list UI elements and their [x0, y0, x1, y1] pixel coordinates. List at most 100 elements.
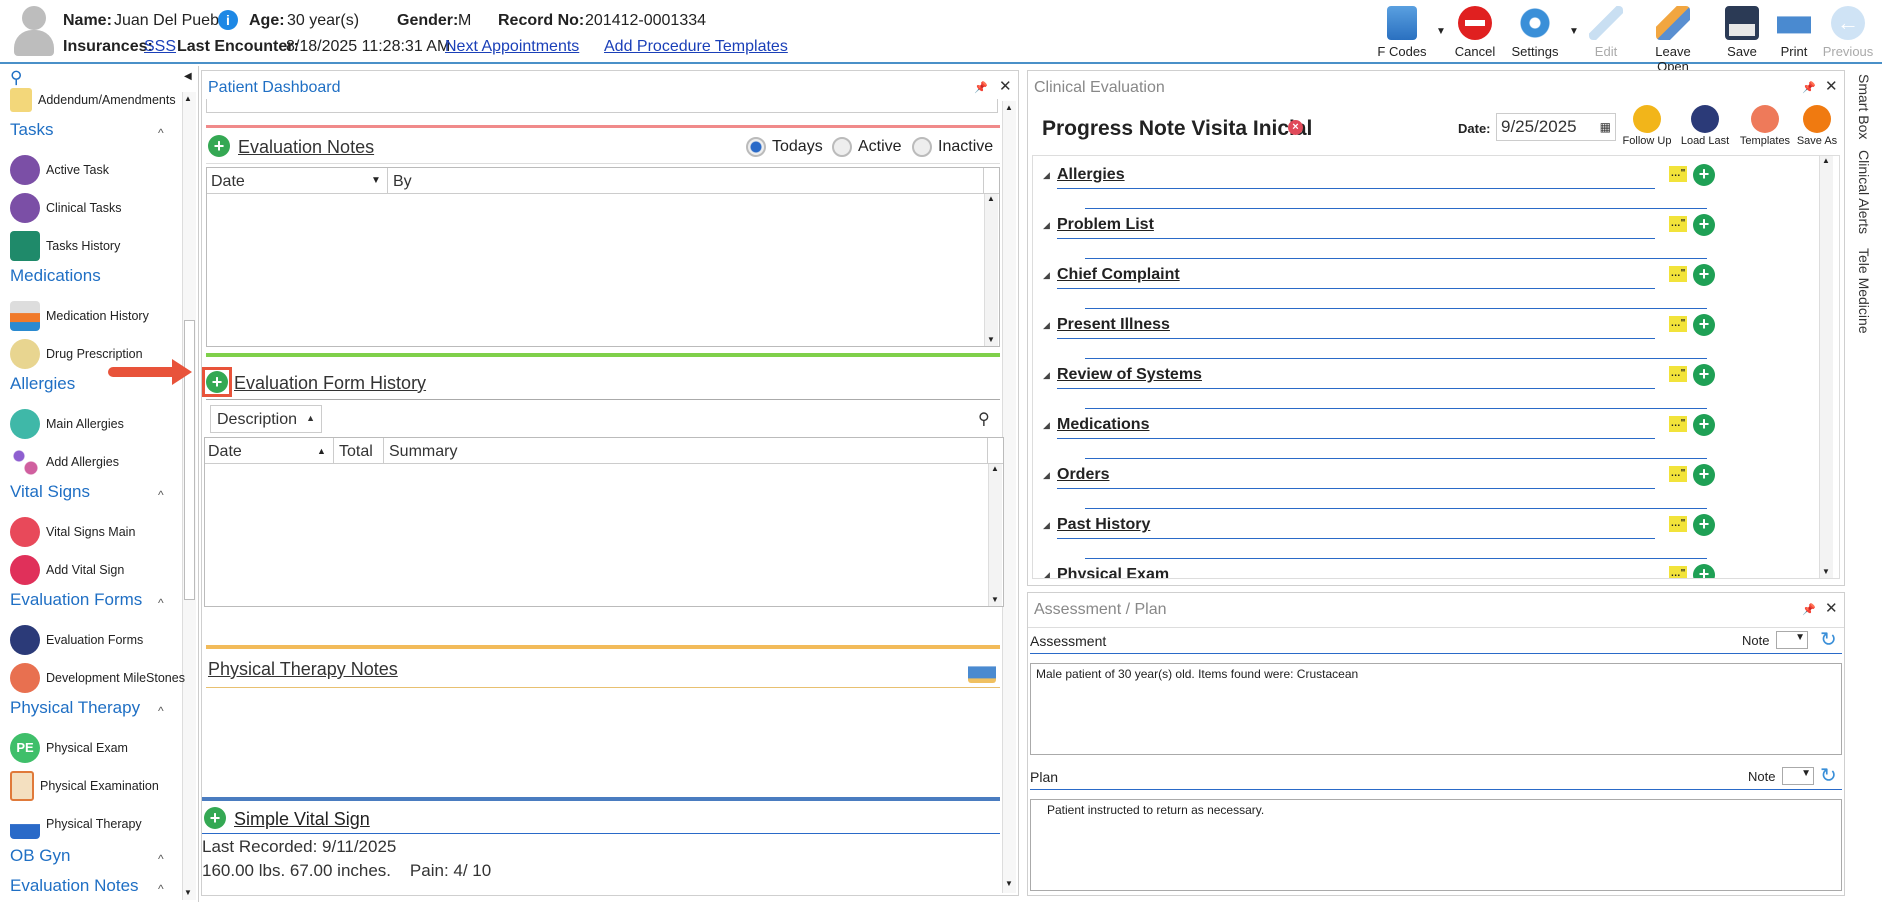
section-name[interactable]: Allergies	[1057, 166, 1125, 184]
add-section-item-button[interactable]: +	[1693, 364, 1715, 386]
note-format-dropdown[interactable]: ▼	[1776, 631, 1808, 649]
smart-box-tab[interactable]: Smart Box	[1856, 74, 1872, 139]
add-section-item-button[interactable]: +	[1693, 464, 1715, 486]
ob-gyn-collapse-icon[interactable]: ^	[158, 852, 164, 866]
section-physical-therapy[interactable]: Physical Therapy	[10, 698, 140, 718]
section-ob-gyn[interactable]: OB Gyn	[10, 846, 70, 866]
add-section-item-button[interactable]: +	[1693, 314, 1715, 336]
add-section-item-button[interactable]: +	[1693, 214, 1715, 236]
clinical-section-row[interactable]: ◢ Chief Complaint …" +	[1043, 264, 1715, 309]
clinical-alerts-tab[interactable]: Clinical Alerts	[1856, 150, 1872, 234]
quote-icon[interactable]: …"	[1669, 166, 1687, 182]
section-input-line[interactable]	[1085, 408, 1707, 409]
col-total-header[interactable]: Total	[339, 443, 373, 461]
section-input-line[interactable]	[1085, 508, 1707, 509]
assessment-textarea[interactable]: Male patient of 30 year(s) old. Items fo…	[1030, 663, 1842, 755]
plan-format-dropdown[interactable]: ▼	[1782, 767, 1814, 785]
close-icon[interactable]: ✕	[1825, 77, 1838, 95]
add-section-item-button[interactable]: +	[1693, 564, 1715, 578]
evaluation-form-history-scrollbar[interactable]: ▲ ▼	[988, 464, 1002, 606]
radio-active-button[interactable]	[832, 137, 852, 157]
add-section-item-button[interactable]: +	[1693, 414, 1715, 436]
expand-triangle-icon[interactable]: ◢	[1043, 220, 1050, 231]
quote-icon[interactable]: …"	[1669, 266, 1687, 282]
section-name[interactable]: Medications	[1057, 416, 1149, 434]
expand-triangle-icon[interactable]: ◢	[1043, 370, 1050, 381]
expand-triangle-icon[interactable]: ◢	[1043, 320, 1050, 331]
sidebar-item-physical-exam[interactable]: PE Physical Exam	[10, 732, 190, 764]
sidebar-item-add-vital-sign[interactable]: Add Vital Sign	[10, 554, 190, 586]
radio-inactive[interactable]: Inactive	[912, 137, 993, 157]
add-evaluation-form-button[interactable]: +	[206, 371, 228, 393]
section-input-line[interactable]	[1085, 458, 1707, 459]
evaluation-form-history-heading[interactable]: Evaluation Form History	[234, 373, 426, 394]
evaluation-form-history-grid[interactable]: Date ▲ Total Summary ▲ ▼	[204, 437, 1004, 607]
quote-icon[interactable]: …"	[1669, 466, 1687, 482]
next-appointments-link[interactable]: Next Appointments	[445, 38, 579, 56]
dashboard-scrollbar[interactable]: ▲ ▼	[1002, 101, 1016, 893]
section-input-line[interactable]	[1085, 558, 1707, 559]
refresh-icon[interactable]: ↻	[1820, 627, 1837, 652]
sidebar-item-physical-examination[interactable]: Physical Examination	[10, 770, 190, 802]
evaluation-notes-scrollbar[interactable]: ▲ ▼	[984, 194, 998, 346]
col-by-header[interactable]: By	[393, 173, 412, 191]
section-name[interactable]: Physical Exam	[1057, 566, 1169, 578]
previous-button[interactable]: ← Previous	[1816, 4, 1880, 59]
col-date-header[interactable]: Date	[211, 173, 245, 191]
pin-icon[interactable]: 📌	[1802, 603, 1816, 616]
date-sort-icon[interactable]: ▼	[371, 175, 381, 186]
sidebar-item-tasks-history[interactable]: Tasks History	[10, 230, 190, 262]
clinical-section-row[interactable]: ◢ Medications …" +	[1043, 414, 1715, 459]
remove-note-icon[interactable]: ×	[1288, 120, 1303, 135]
quote-icon[interactable]: …"	[1669, 416, 1687, 432]
pin-icon[interactable]: 📌	[1802, 81, 1816, 94]
radio-todays[interactable]: Todays	[746, 137, 823, 157]
section-name[interactable]: Problem List	[1057, 216, 1154, 234]
close-icon[interactable]: ✕	[999, 77, 1012, 95]
sidebar-item-medication-history[interactable]: Medication History	[10, 300, 190, 332]
date-sort-icon[interactable]: ▲	[317, 446, 326, 456]
clinical-section-row[interactable]: ◢ Allergies …" +	[1043, 164, 1715, 209]
radio-active[interactable]: Active	[832, 137, 902, 157]
section-input-line[interactable]	[1085, 308, 1707, 309]
radio-inactive-button[interactable]	[912, 137, 932, 157]
clinical-section-row[interactable]: ◢ Review of Systems …" +	[1043, 364, 1715, 409]
section-name[interactable]: Orders	[1057, 466, 1109, 484]
section-name[interactable]: Review of Systems	[1057, 366, 1202, 384]
section-input-line[interactable]	[1085, 358, 1707, 359]
tele-medicine-tab[interactable]: Tele Medicine	[1856, 248, 1872, 334]
section-medications[interactable]: Medications	[10, 266, 101, 286]
section-evaluation-forms[interactable]: Evaluation Forms	[10, 590, 142, 610]
simple-vital-sign-heading[interactable]: Simple Vital Sign	[234, 809, 370, 830]
expand-triangle-icon[interactable]: ◢	[1043, 520, 1050, 531]
add-vital-sign-button[interactable]: +	[204, 807, 226, 829]
templates-button[interactable]: Templates	[1738, 105, 1792, 147]
clinical-section-row[interactable]: ◢ Orders …" +	[1043, 464, 1715, 509]
expand-triangle-icon[interactable]: ◢	[1043, 570, 1050, 578]
vital-signs-collapse-icon[interactable]: ^	[158, 488, 164, 502]
sidebar-item-active-task[interactable]: Active Task	[10, 154, 190, 186]
section-evaluation-notes[interactable]: Evaluation Notes	[10, 876, 139, 896]
fcodes-button[interactable]: F Codes	[1370, 4, 1434, 59]
clinical-section-row[interactable]: ◢ Past History …" +	[1043, 514, 1715, 559]
sidebar-item-add-allergies[interactable]: Add Allergies	[10, 446, 190, 478]
printer-icon[interactable]	[968, 659, 996, 683]
clinical-section-row[interactable]: ◢ Present Illness …" +	[1043, 314, 1715, 359]
physical-therapy-notes-heading[interactable]: Physical Therapy Notes	[208, 659, 398, 680]
clinical-section-row[interactable]: ◢ Problem List …" +	[1043, 214, 1715, 259]
clinical-section-row[interactable]: ◢ Physical Exam …" +	[1043, 564, 1715, 578]
close-icon[interactable]: ✕	[1825, 599, 1838, 617]
physical-therapy-collapse-icon[interactable]: ^	[158, 704, 164, 718]
add-section-item-button[interactable]: +	[1693, 164, 1715, 186]
expand-triangle-icon[interactable]: ◢	[1043, 470, 1050, 481]
radio-todays-button[interactable]	[746, 137, 766, 157]
add-procedure-templates-link[interactable]: Add Procedure Templates	[604, 38, 788, 56]
section-input-line[interactable]	[1085, 208, 1707, 209]
tasks-collapse-icon[interactable]: ^	[158, 126, 164, 140]
evaluation-notes-heading[interactable]: Evaluation Notes	[238, 137, 374, 158]
quote-icon[interactable]: …"	[1669, 316, 1687, 332]
info-icon[interactable]: i	[218, 10, 238, 30]
section-vital-signs[interactable]: Vital Signs	[10, 482, 90, 502]
evaluation-notes-grid[interactable]: Date ▼ By ▲ ▼	[206, 167, 1000, 347]
save-as-button[interactable]: Save As	[1792, 105, 1842, 147]
